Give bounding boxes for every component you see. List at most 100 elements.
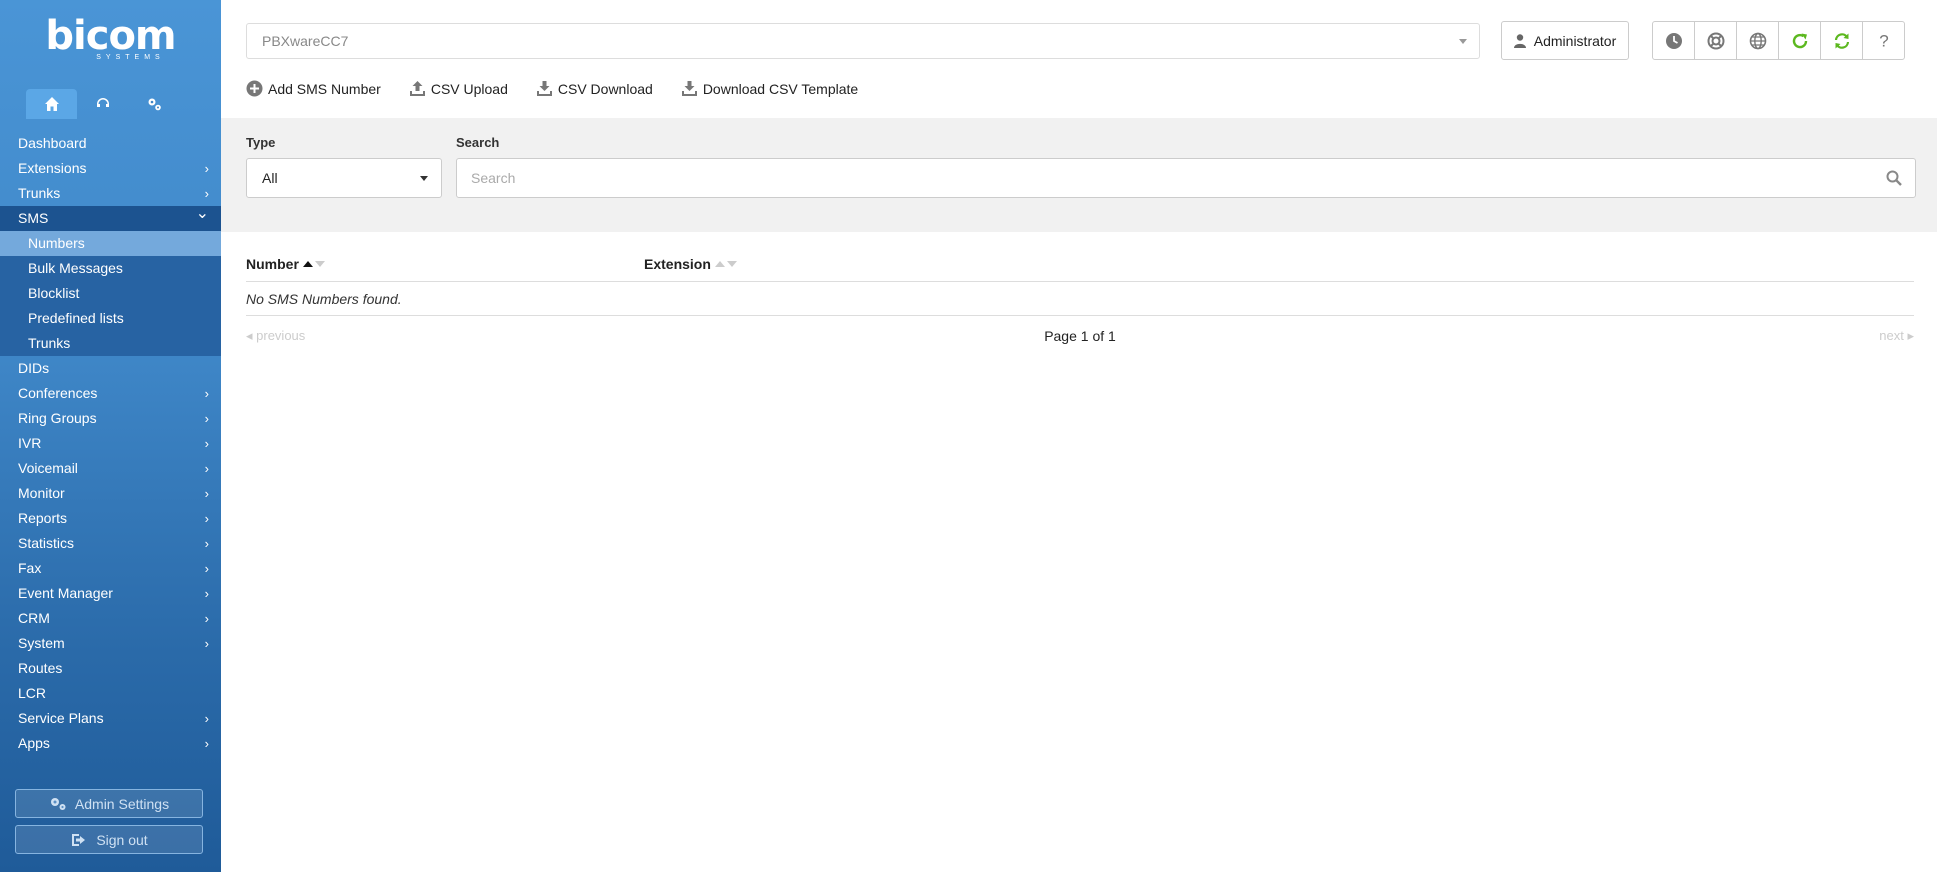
chevron-down-icon: ⌄ xyxy=(195,205,209,222)
chevron-right-icon: › xyxy=(204,411,209,426)
chevron-right-icon: › xyxy=(204,436,209,451)
sidebar-subitem-bulk-messages[interactable]: Bulk Messages xyxy=(0,256,221,281)
refresh-button[interactable] xyxy=(1778,21,1821,60)
empty-message: No SMS Numbers found. xyxy=(246,282,1914,316)
chevron-right-icon: › xyxy=(204,611,209,626)
sidebar-item-label: CRM xyxy=(18,610,50,626)
gears-icon xyxy=(50,797,66,810)
search-icon[interactable] xyxy=(1886,170,1902,186)
download-csv-template-button[interactable]: Download CSV Template xyxy=(681,80,858,97)
sidebar-item-extensions[interactable]: Extensions › xyxy=(0,156,221,181)
add-sms-number-button[interactable]: Add SMS Number xyxy=(246,80,381,97)
sidebar-item-service-plans[interactable]: Service Plans › xyxy=(0,706,221,731)
column-number[interactable]: Number xyxy=(246,256,325,272)
sign-out-icon xyxy=(72,833,86,846)
user-icon xyxy=(1513,33,1526,48)
clock-icon xyxy=(1665,32,1682,49)
bicom-logo[interactable]: bicom SYSTEMS xyxy=(0,16,221,61)
language-button[interactable] xyxy=(1736,21,1779,60)
sidebar-item-trunks[interactable]: Trunks › xyxy=(0,181,221,206)
sidebar-item-label: DIDs xyxy=(18,360,50,376)
sidebar-item-dids[interactable]: DIDs xyxy=(0,356,221,381)
table-header: Number Extension xyxy=(246,252,1914,282)
csv-upload-button[interactable]: CSV Upload xyxy=(409,80,508,97)
csv-download-button[interactable]: CSV Download xyxy=(536,80,653,97)
filter-panel: Type All Search xyxy=(221,118,1937,232)
next-page-link[interactable]: next ▸ xyxy=(1879,328,1914,344)
lifebuoy-icon xyxy=(1707,32,1724,49)
user-name: Administrator xyxy=(1533,32,1617,49)
type-filter-select[interactable]: All xyxy=(246,158,442,198)
sidebar-item-system[interactable]: System › xyxy=(0,631,221,656)
sidebar-item-statistics[interactable]: Statistics › xyxy=(0,531,221,556)
sms-numbers-table: Number Extension No SMS Numbers found. ◂… xyxy=(246,252,1914,356)
caret-down-icon xyxy=(420,176,428,181)
download-csv-template-label: Download CSV Template xyxy=(702,80,859,97)
type-filter-label: Type xyxy=(246,135,276,150)
sidebar-item-routes[interactable]: Routes xyxy=(0,656,221,681)
sidebar-item-ring-groups[interactable]: Ring Groups › xyxy=(0,406,221,431)
sidebar-item-lcr[interactable]: LCR xyxy=(0,681,221,706)
sidebar-subitem-numbers[interactable]: Numbers xyxy=(0,231,221,256)
sign-out-button[interactable]: Sign out xyxy=(15,825,203,854)
chevron-right-icon: › xyxy=(204,161,209,176)
sidebar-subitem-trunks[interactable]: Trunks xyxy=(0,331,221,356)
column-extension-label: Extension xyxy=(644,256,711,272)
column-extension[interactable]: Extension xyxy=(644,256,737,272)
page-indicator: Page 1 of 1 xyxy=(1044,328,1116,344)
sidebar-item-label: Apps xyxy=(18,735,50,751)
server-select-value: PBXwareCC7 xyxy=(262,33,349,49)
sidebar-item-monitor[interactable]: Monitor › xyxy=(0,481,221,506)
sidebar-item-label: SMS xyxy=(18,210,49,226)
toolbar: Add SMS Number CSV Upload CSV Download D… xyxy=(246,80,858,97)
sidebar-item-label: Fax xyxy=(18,560,42,576)
help-icon: ? xyxy=(1879,32,1888,50)
sync-button[interactable] xyxy=(1820,21,1863,60)
sidebar-item-label: LCR xyxy=(18,685,47,701)
chevron-right-icon: › xyxy=(204,561,209,576)
history-button[interactable] xyxy=(1652,21,1695,60)
sidebar-item-crm[interactable]: CRM › xyxy=(0,606,221,631)
sidebar-subitem-blocklist[interactable]: Blocklist xyxy=(0,281,221,306)
next-label: next xyxy=(1879,328,1904,343)
user-menu-button[interactable]: Administrator xyxy=(1501,21,1629,60)
sidebar-item-label: Event Manager xyxy=(18,585,113,601)
sidebar-item-reports[interactable]: Reports › xyxy=(0,506,221,531)
add-sms-number-label: Add SMS Number xyxy=(268,80,381,97)
chevron-right-icon: › xyxy=(204,511,209,526)
sidebar-item-ivr[interactable]: IVR › xyxy=(0,431,221,456)
sidebar: bicom SYSTEMS Dashboard Extensions › Trunks… xyxy=(0,0,221,872)
sidebar-tabs xyxy=(26,89,179,119)
caret-down-icon xyxy=(1459,39,1467,44)
tab-settings[interactable] xyxy=(128,89,179,119)
pagination: ◂ previous Page 1 of 1 next ▸ xyxy=(246,316,1914,356)
header-icon-group: ? xyxy=(1652,21,1905,60)
sort-icon xyxy=(302,261,325,267)
help-button[interactable]: ? xyxy=(1862,21,1905,60)
search-input[interactable] xyxy=(456,158,1916,198)
sidebar-item-conferences[interactable]: Conferences › xyxy=(0,381,221,406)
sidebar-item-dashboard[interactable]: Dashboard xyxy=(0,131,221,156)
chevron-right-icon: › xyxy=(204,461,209,476)
sidebar-item-label: Routes xyxy=(18,660,63,676)
sidebar-item-voicemail[interactable]: Voicemail › xyxy=(0,456,221,481)
sidebar-item-label: Statistics xyxy=(18,535,75,551)
sidebar-item-label: System xyxy=(18,635,65,651)
sidebar-item-event-manager[interactable]: Event Manager › xyxy=(0,581,221,606)
sidebar-item-label: Service Plans xyxy=(18,710,104,726)
tab-support[interactable] xyxy=(77,89,128,119)
sidebar-nav: Dashboard Extensions › Trunks › SMS ⌄ Numbers Bu… xyxy=(0,131,221,756)
sidebar-item-fax[interactable]: Fax › xyxy=(0,556,221,581)
chevron-right-icon: › xyxy=(204,636,209,651)
server-select[interactable]: PBXwareCC7 xyxy=(246,23,1480,59)
chevron-right-icon: › xyxy=(204,736,209,751)
csv-upload-label: CSV Upload xyxy=(430,80,508,97)
sync-icon xyxy=(1834,32,1849,49)
sidebar-subitem-predefined-lists[interactable]: Predefined lists xyxy=(0,306,221,331)
download-icon xyxy=(681,81,697,96)
sidebar-item-apps[interactable]: Apps › xyxy=(0,731,221,756)
support-button[interactable] xyxy=(1694,21,1737,60)
admin-settings-button[interactable]: Admin Settings xyxy=(15,789,203,818)
tab-home[interactable] xyxy=(26,89,77,119)
sidebar-item-sms[interactable]: SMS ⌄ xyxy=(0,205,221,231)
